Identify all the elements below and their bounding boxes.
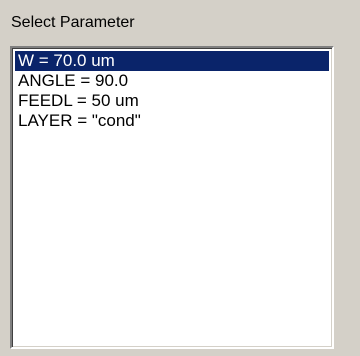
parameter-listbox[interactable]: W = 70.0 um ANGLE = 90.0 FEEDL = 50 um L…	[10, 46, 334, 349]
panel-title: Select Parameter	[11, 14, 135, 31]
window-edge	[345, 0, 360, 356]
select-parameter-panel: Select Parameter W = 70.0 um ANGLE = 90.…	[0, 0, 345, 356]
list-item-feedl[interactable]: FEEDL = 50 um	[15, 91, 329, 111]
list-item-layer[interactable]: LAYER = "cond"	[15, 111, 329, 131]
list-item-angle[interactable]: ANGLE = 90.0	[15, 71, 329, 91]
list-item-w[interactable]: W = 70.0 um	[15, 51, 329, 71]
